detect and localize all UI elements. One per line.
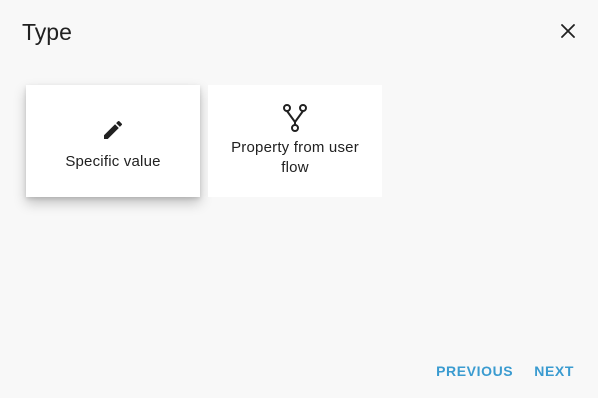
dialog-title: Type — [22, 19, 72, 45]
option-label: Specific value — [65, 153, 161, 170]
option-property-from-user-flow[interactable]: Property from user flow — [208, 85, 382, 197]
option-label: Property from user flow — [231, 139, 359, 176]
dialog-actions: PREVIOUS NEXT — [436, 361, 574, 381]
close-icon — [561, 24, 575, 38]
next-button[interactable]: NEXT — [534, 361, 574, 381]
pencil-icon — [99, 116, 127, 144]
close-button[interactable] — [556, 19, 580, 43]
option-specific-value[interactable]: Specific value — [26, 85, 200, 197]
fork-icon — [281, 104, 309, 132]
previous-button[interactable]: PREVIOUS — [436, 361, 513, 381]
type-dialog: Type Specific value Property from user f… — [0, 0, 598, 398]
